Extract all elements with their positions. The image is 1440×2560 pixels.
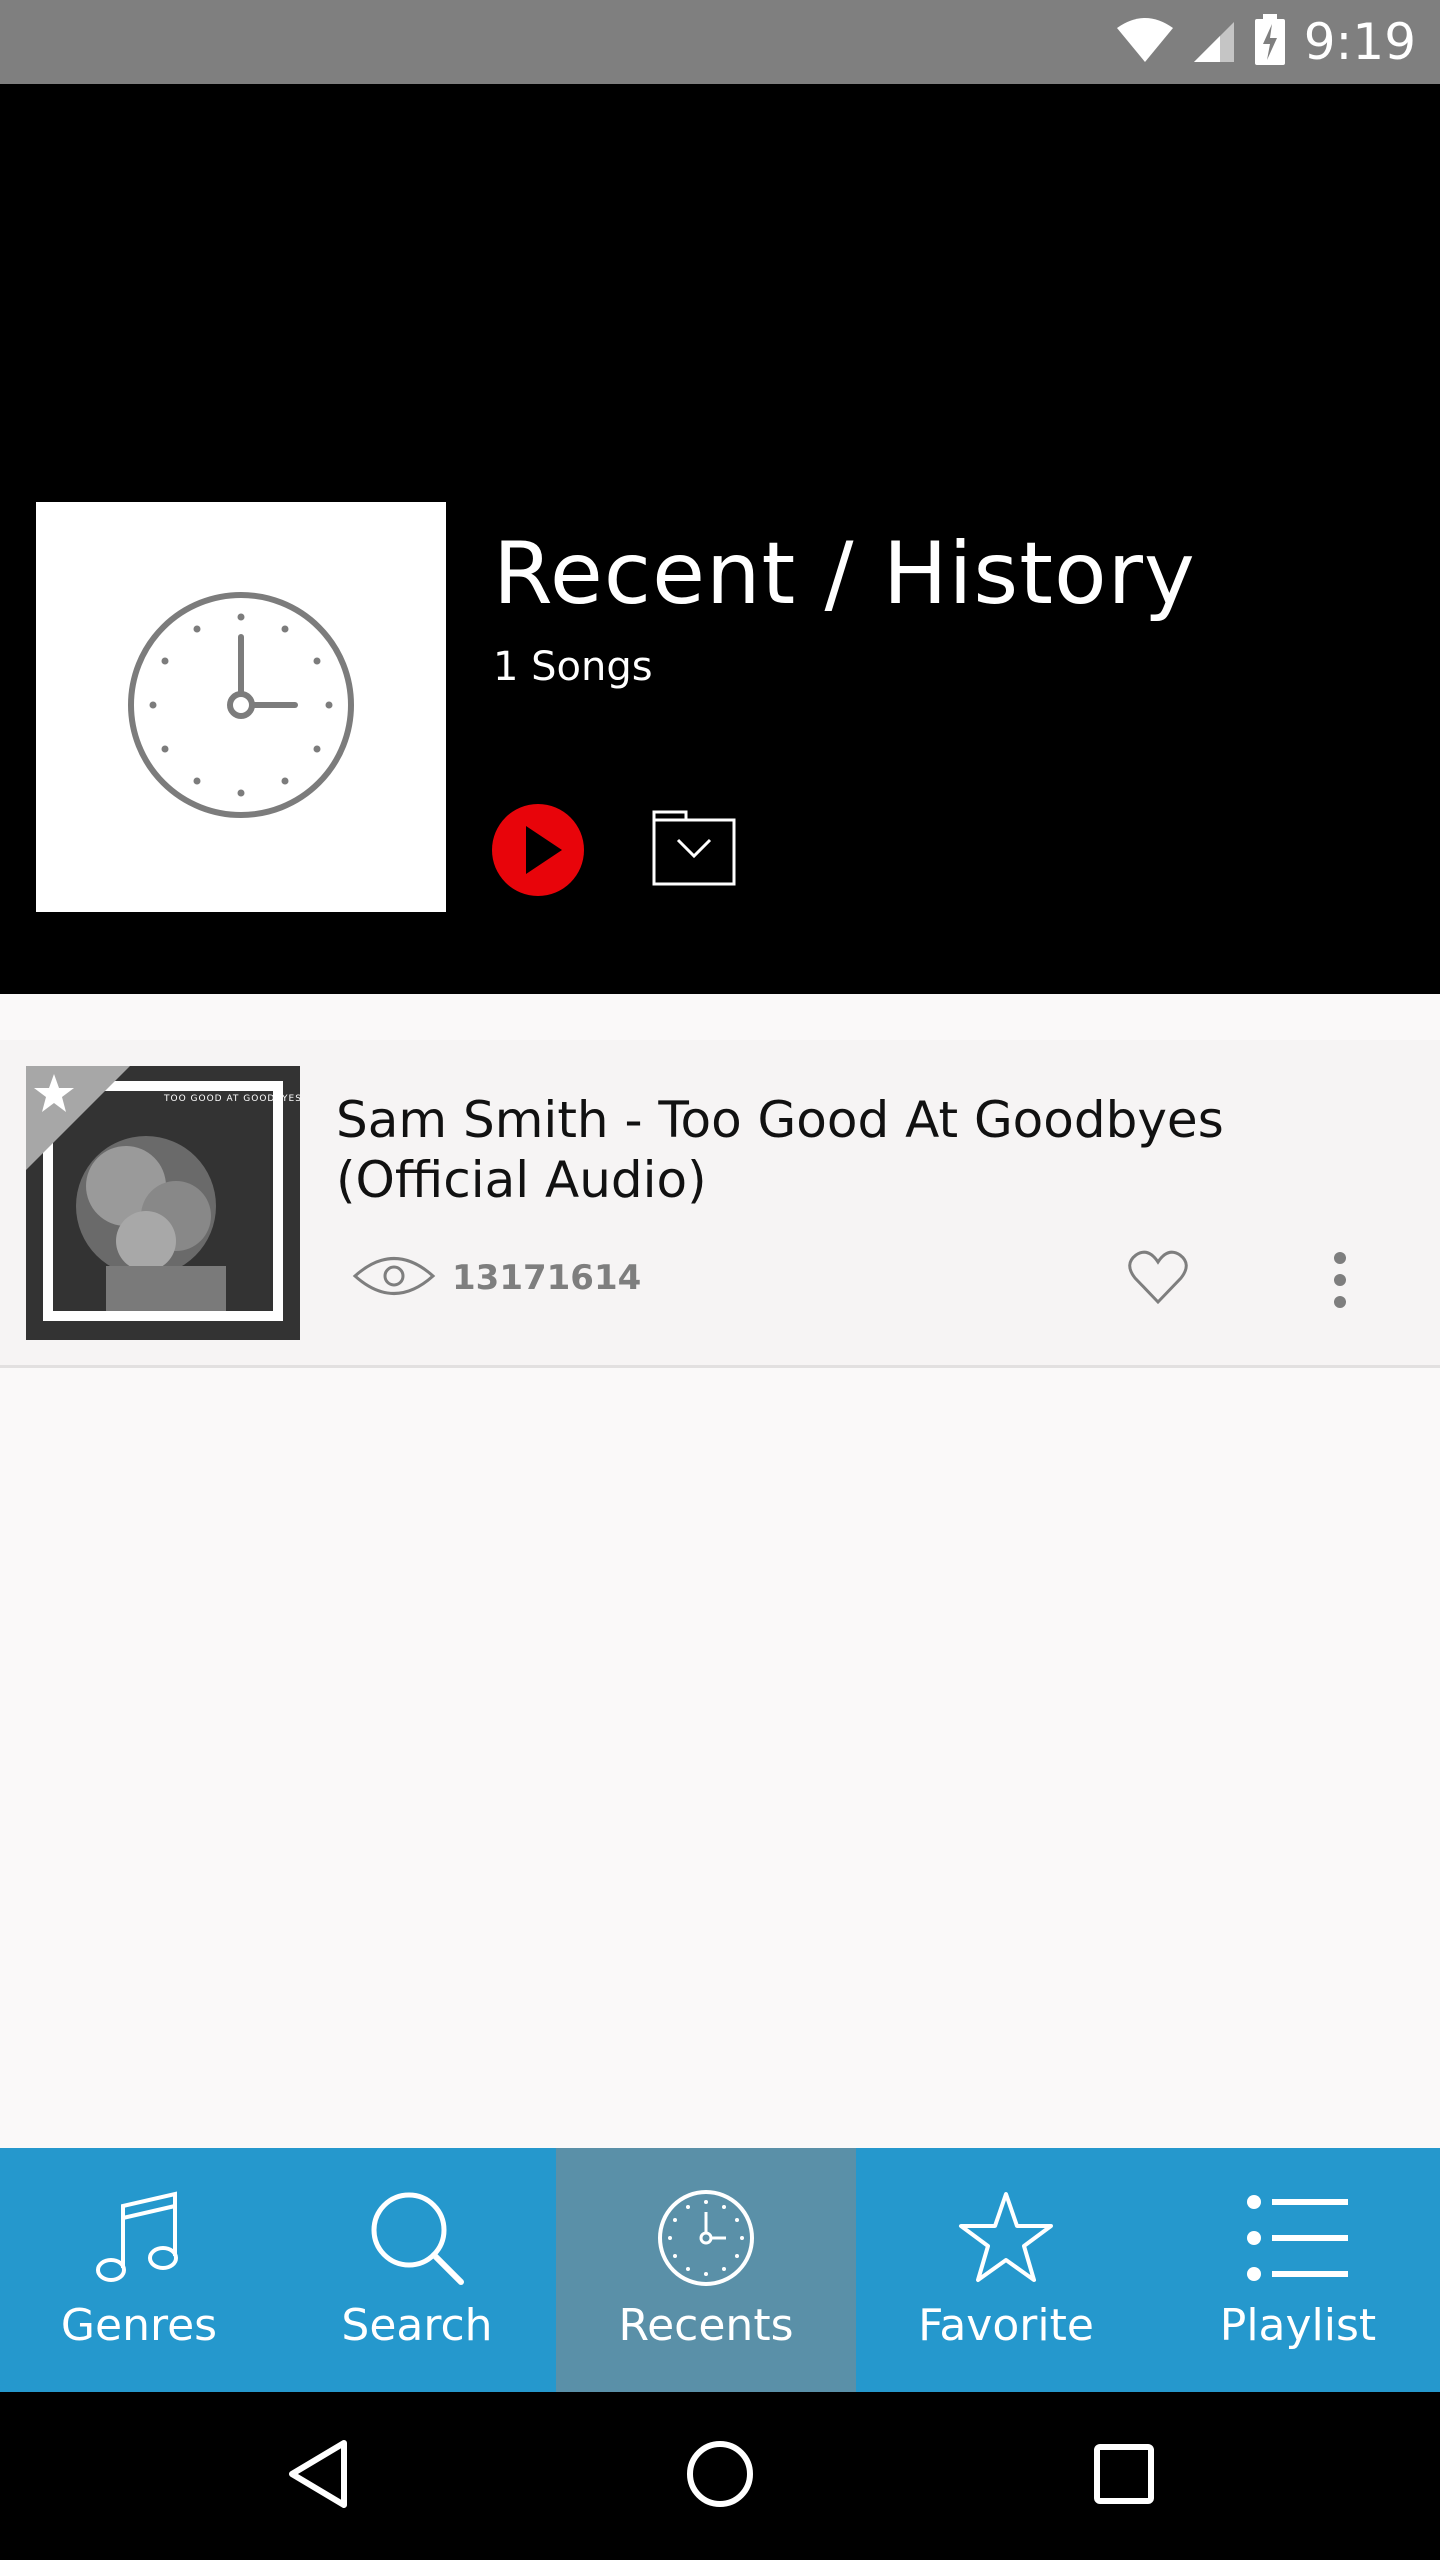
song-thumbnail: TOO GOOD AT GOODBYES: [26, 1066, 300, 1340]
page-title: Recent / History: [493, 524, 1196, 624]
wifi-icon: [1116, 16, 1174, 68]
tab-recents[interactable]: Recents: [556, 2148, 856, 2392]
playlist-header: Recent / History 1 Songs: [0, 84, 1440, 994]
home-button[interactable]: [678, 2434, 762, 2518]
status-icons: 9:19: [1116, 0, 1416, 84]
song-count: 1 Songs: [493, 644, 653, 690]
search-icon: [367, 2186, 467, 2290]
tab-label: Playlist: [1219, 2300, 1377, 2351]
list-item[interactable]: TOO GOOD AT GOODBYES Sam Smith - Too Goo…: [0, 1040, 1440, 1368]
clock-icon: [656, 2186, 756, 2290]
more-vertical-icon: [1320, 1252, 1360, 1314]
recents-apps-icon: [1093, 2443, 1155, 2509]
tab-search[interactable]: Search: [278, 2148, 556, 2392]
tab-label: Search: [341, 2300, 493, 2351]
tab-label: Genres: [60, 2300, 218, 2351]
song-title: Sam Smith - Too Good At Goodbyes (Offici…: [336, 1091, 1224, 1209]
system-nav-bar: [0, 2392, 1440, 2560]
tab-genres[interactable]: Genres: [0, 2148, 278, 2392]
more-options-button[interactable]: [1320, 1250, 1360, 1310]
tab-playlist[interactable]: Playlist: [1156, 2148, 1440, 2392]
cell-signal-icon: [1192, 16, 1236, 68]
tab-label: Recents: [618, 2300, 794, 2351]
eye-icon: [352, 1253, 436, 1303]
back-button[interactable]: [276, 2434, 360, 2518]
play-all-button[interactable]: [492, 804, 584, 896]
home-icon: [685, 2439, 755, 2513]
heart-icon: [1128, 1250, 1188, 1310]
star-icon: [32, 1072, 76, 1118]
music-note-icon: [91, 2186, 187, 2290]
view-count: 13171614: [452, 1258, 642, 1298]
star-icon: [956, 2186, 1056, 2290]
bottom-nav: Genres Search Recents Favorite Playlist: [0, 2148, 1440, 2392]
folder-download-icon: [652, 810, 736, 894]
favorite-button[interactable]: [1128, 1250, 1188, 1306]
play-icon: [492, 804, 584, 900]
status-bar: 9:19: [0, 0, 1440, 84]
tab-label: Favorite: [918, 2300, 1094, 2351]
status-time: 9:19: [1303, 13, 1416, 71]
thumb-caption: TOO GOOD AT GOODBYES: [164, 1094, 300, 1104]
battery-charging-icon: [1254, 14, 1286, 70]
clock-icon: [121, 585, 361, 829]
list-icon: [1246, 2186, 1350, 2290]
tab-favorite[interactable]: Favorite: [856, 2148, 1156, 2392]
back-icon: [286, 2439, 350, 2513]
cover-art: [36, 502, 446, 912]
view-count-group: 13171614: [352, 1248, 641, 1308]
save-to-folder-button[interactable]: [652, 810, 736, 890]
recent-apps-button[interactable]: [1082, 2434, 1166, 2518]
